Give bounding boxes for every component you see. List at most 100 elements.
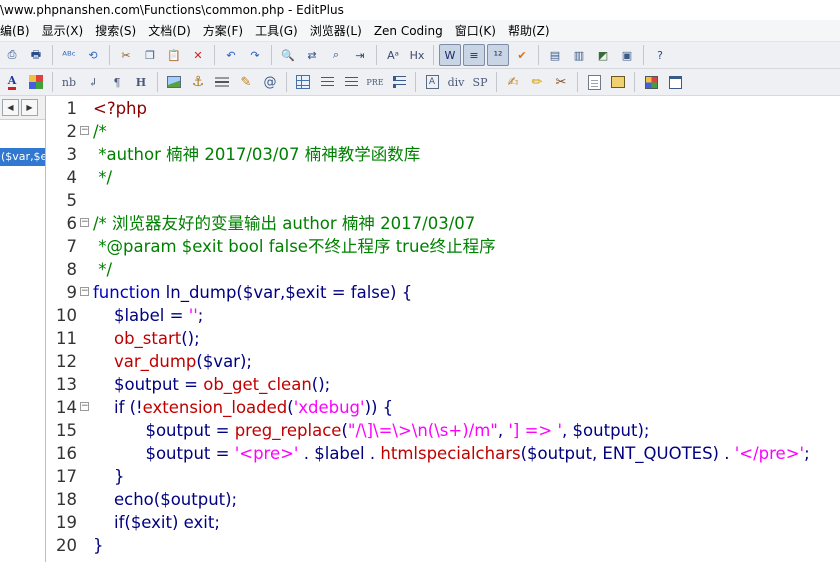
- delete-button[interactable]: ✕: [187, 44, 209, 66]
- hr-button[interactable]: [211, 71, 233, 93]
- code-line[interactable]: 14− if (!extension_loaded('xdebug')) {: [47, 396, 840, 419]
- directory-button[interactable]: [607, 71, 629, 93]
- find-button[interactable]: 🔍: [277, 44, 299, 66]
- fold-toggle-icon[interactable]: −: [80, 218, 89, 227]
- code-line[interactable]: 18 echo($output);: [47, 488, 840, 511]
- code-line[interactable]: 1 <?php: [47, 97, 840, 120]
- highlight-button[interactable]: ✏: [526, 71, 548, 93]
- code-line[interactable]: 13 $output = ob_get_clean();: [47, 373, 840, 396]
- code-token: ;: [804, 444, 810, 463]
- code-token: /*: [93, 122, 107, 141]
- color-grid-button[interactable]: [25, 71, 47, 93]
- code-line[interactable]: 11 ob_start();: [47, 327, 840, 350]
- fold-toggle-icon[interactable]: −: [80, 126, 89, 135]
- edit-style-button[interactable]: ✍: [502, 71, 524, 93]
- font-size-button[interactable]: Aᵃ: [382, 44, 404, 66]
- menu-item[interactable]: 显示(X): [36, 20, 90, 41]
- menu-item[interactable]: 编(B): [0, 20, 36, 41]
- help-button[interactable]: ?: [649, 44, 671, 66]
- code-line[interactable]: 10 $label = '';: [47, 304, 840, 327]
- code-line[interactable]: 17 }: [47, 465, 840, 488]
- replace-icon: ⇄: [307, 48, 317, 62]
- menu-item[interactable]: 帮助(Z): [502, 20, 556, 41]
- code-line[interactable]: 8 */: [47, 258, 840, 281]
- font-color-button[interactable]: A: [1, 71, 23, 93]
- span-button[interactable]: SP: [469, 71, 491, 93]
- code-token: $label: [314, 444, 365, 463]
- hex-button[interactable]: Hx: [406, 44, 428, 66]
- copy-button[interactable]: ❐: [139, 44, 161, 66]
- table-button[interactable]: [292, 71, 314, 93]
- undo-button[interactable]: ↶: [220, 44, 242, 66]
- code-line[interactable]: 2−/*: [47, 120, 840, 143]
- div-button[interactable]: div: [445, 71, 467, 93]
- code-line[interactable]: 15 $output = preg_replace("/\]\=\>\n(\s+…: [47, 419, 840, 442]
- print-button[interactable]: 🖶: [25, 44, 47, 66]
- fold-toggle-icon[interactable]: −: [80, 287, 89, 296]
- code-line[interactable]: 19 if($exit) exit;: [47, 511, 840, 534]
- code-line[interactable]: 9− function ln_dump($var,$exit = false) {: [47, 281, 840, 304]
- split-window-button[interactable]: ▥: [568, 44, 590, 66]
- nbsp-button[interactable]: nb: [58, 71, 80, 93]
- comment-button[interactable]: ✎: [235, 71, 257, 93]
- goto-button[interactable]: ⇥: [349, 44, 371, 66]
- pre-button[interactable]: PRE: [364, 71, 386, 93]
- menu-item[interactable]: Zen Coding: [368, 20, 449, 41]
- word-wrap-button[interactable]: W: [439, 44, 461, 66]
- sidebar-function-entry[interactable]: ($var,$exit = false): [0, 148, 45, 166]
- code-line[interactable]: 5: [47, 189, 840, 212]
- tile-button[interactable]: ▣: [616, 44, 638, 66]
- clip-button[interactable]: ✂: [550, 71, 572, 93]
- undo-icon: ↶: [226, 48, 236, 62]
- code-line[interactable]: 12 var_dump($var);: [47, 350, 840, 373]
- menu-item[interactable]: 浏览器(L): [304, 20, 368, 41]
- spell-check-button[interactable]: ᴬᴮᶜ: [58, 44, 80, 66]
- form-button[interactable]: A: [421, 71, 443, 93]
- anchor-button[interactable]: ⚓: [187, 71, 209, 93]
- ordered-list-button[interactable]: [388, 71, 410, 93]
- menu-item[interactable]: 文档(D): [142, 20, 197, 41]
- code-line[interactable]: 3 *author 楠神 2017/03/07 楠神教学函数库: [47, 143, 840, 166]
- line-number-button[interactable]: ≡: [463, 44, 485, 66]
- code-editor[interactable]: 1 <?php 2−/* 3 *author 楠神 2017/03/07 楠神教学函数…: [47, 96, 840, 562]
- replace-button[interactable]: ⇄: [301, 44, 323, 66]
- code-line[interactable]: 7 *@param $exit bool false不终止程序 true终止程序: [47, 235, 840, 258]
- sidebar-right-arrow-icon[interactable]: ▶: [21, 99, 38, 116]
- code-line[interactable]: 20}: [47, 534, 840, 557]
- code-token: = false) {: [326, 283, 413, 302]
- browser-preview-button[interactable]: ◩: [592, 44, 614, 66]
- menu-item[interactable]: 工具(G): [249, 20, 304, 41]
- list-icon: [320, 76, 334, 88]
- code-line[interactable]: 6−/* 浏览器友好的变量输出 author 楠神 2017/03/07: [47, 212, 840, 235]
- print-preview-button[interactable]: ⎙: [1, 44, 23, 66]
- find-in-files-button[interactable]: ⌕: [325, 44, 347, 66]
- paste-button[interactable]: 📋: [163, 44, 185, 66]
- fold-toggle-icon[interactable]: −: [80, 402, 89, 411]
- code-token: $output: [93, 444, 211, 463]
- sidebar-left-arrow-icon[interactable]: ◀: [2, 99, 19, 116]
- cliptext-button[interactable]: [583, 71, 605, 93]
- line-number: 5: [66, 191, 78, 210]
- email-button[interactable]: @: [259, 71, 281, 93]
- center-button[interactable]: [340, 71, 362, 93]
- code-line[interactable]: 16 $output = '<pre>' . $label . htmlspec…: [47, 442, 840, 465]
- ruler-button[interactable]: ¹²: [487, 44, 509, 66]
- code-token: ;: [197, 306, 204, 325]
- window-list-button[interactable]: ▤: [544, 44, 566, 66]
- heading-button[interactable]: H: [130, 71, 152, 93]
- line-break-button[interactable]: ↲: [82, 71, 104, 93]
- menu-item[interactable]: 窗口(K): [449, 20, 502, 41]
- list-button[interactable]: [316, 71, 338, 93]
- paragraph-button[interactable]: ¶: [106, 71, 128, 93]
- reload-button[interactable]: ⟲: [82, 44, 104, 66]
- menu-item[interactable]: 搜索(S): [89, 20, 142, 41]
- cut-button[interactable]: ✂: [115, 44, 137, 66]
- line-number: 1: [66, 99, 78, 118]
- window-button[interactable]: [664, 71, 686, 93]
- color-picker-button[interactable]: [640, 71, 662, 93]
- code-line[interactable]: 4 */: [47, 166, 840, 189]
- image-button[interactable]: [163, 71, 185, 93]
- menu-item[interactable]: 方案(F): [197, 20, 249, 41]
- redo-button[interactable]: ↷: [244, 44, 266, 66]
- check-button[interactable]: ✔: [511, 44, 533, 66]
